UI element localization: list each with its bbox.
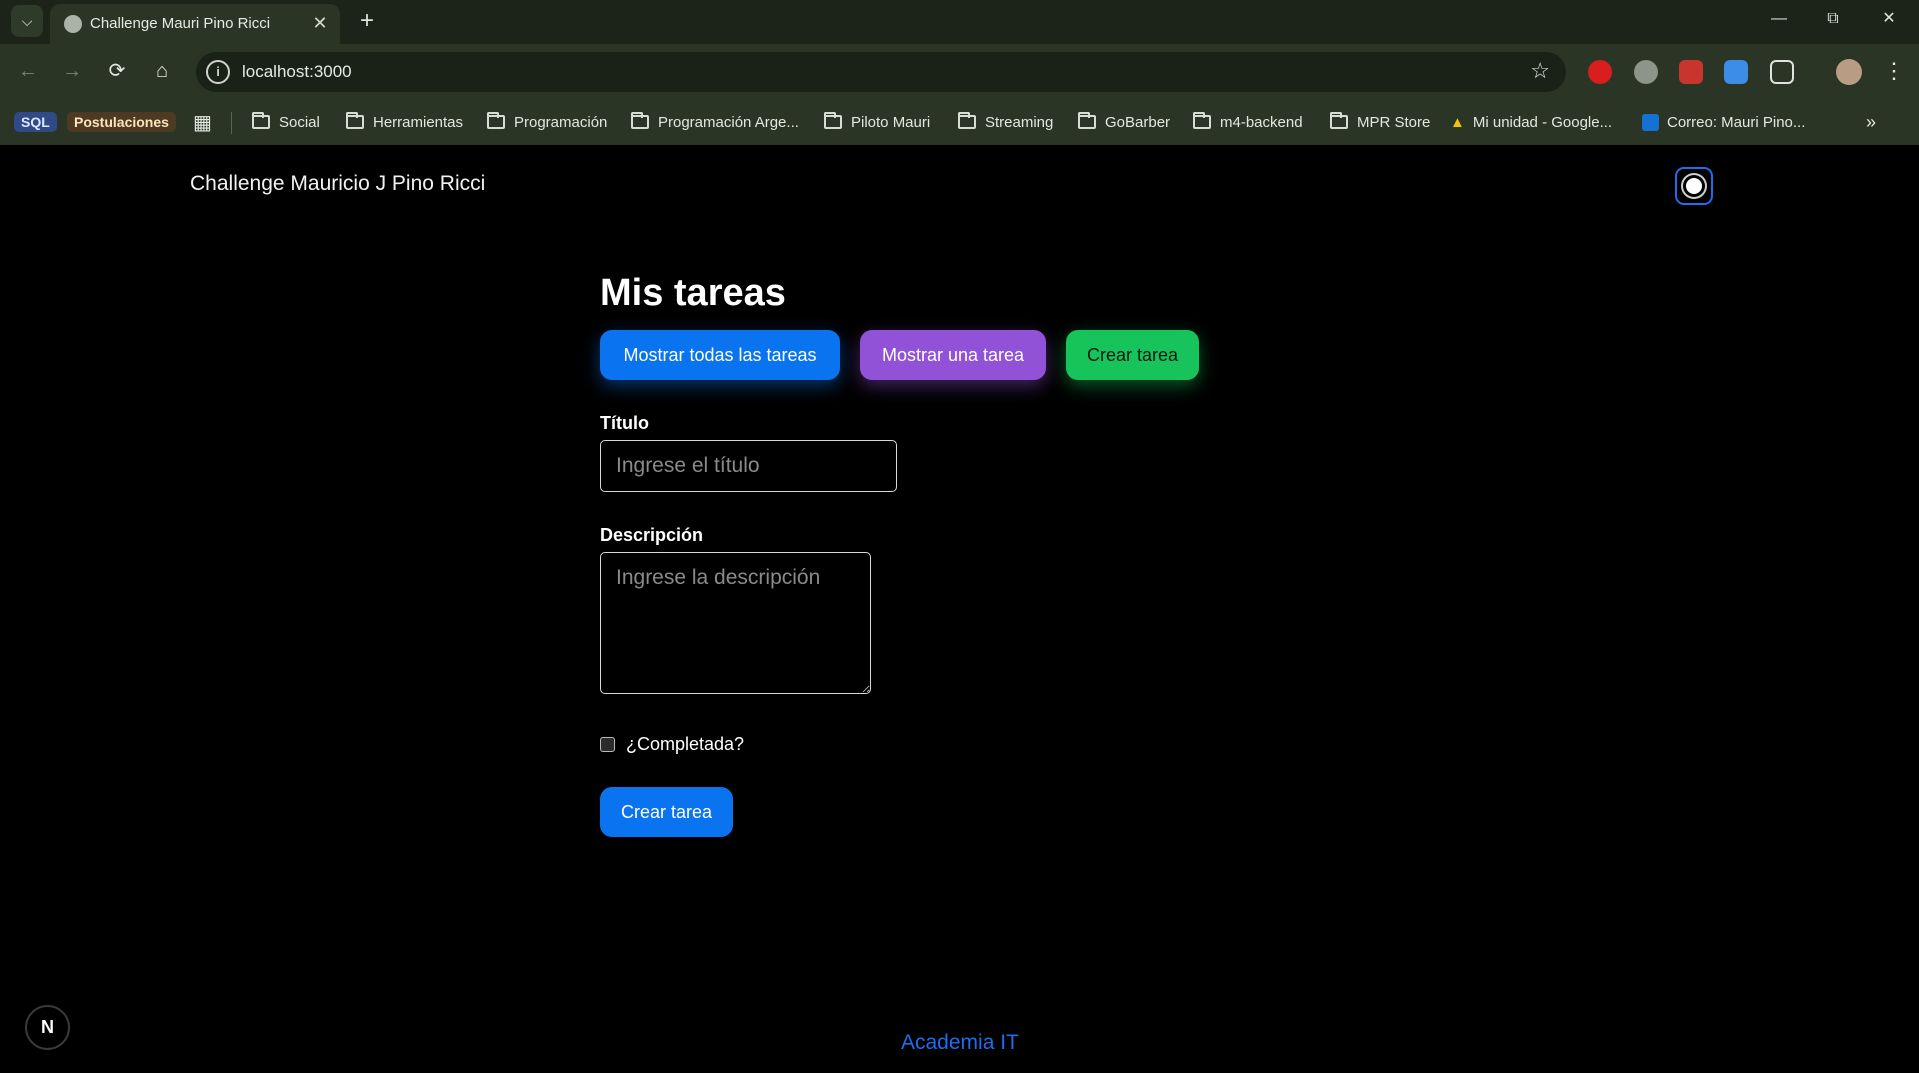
back-button[interactable]: ← <box>11 54 45 88</box>
bookmark-folder-programacion-arge[interactable]: Programación Arge... <box>631 110 799 134</box>
bookmark-google-drive[interactable]: ▲ Mi unidad - Google... <box>1450 110 1612 134</box>
completed-checkbox[interactable] <box>600 737 615 752</box>
folder-icon <box>487 112 505 129</box>
bookmark-postulaciones[interactable]: Postulaciones <box>67 110 176 134</box>
show-one-task-button[interactable]: Mostrar una tarea <box>860 330 1046 380</box>
new-tab-button[interactable]: + <box>352 6 382 36</box>
brand-title[interactable]: Challenge Mauricio J Pino Ricci <box>190 172 485 196</box>
more-bookmarks-icon[interactable]: » <box>1866 110 1876 134</box>
close-icon[interactable]: ✕ <box>308 11 332 35</box>
create-task-submit-button[interactable]: Crear tarea <box>600 787 733 837</box>
folder-icon <box>1078 112 1096 129</box>
folder-icon <box>1330 112 1348 129</box>
bookmark-label: MPR Store <box>1357 113 1431 131</box>
bookmark-folder-streaming[interactable]: Streaming <box>958 110 1053 134</box>
nextjs-dev-icon[interactable]: N <box>25 1005 70 1050</box>
bookmark-label: Social <box>279 113 320 131</box>
bookmark-outlook[interactable]: Correo: Mauri Pino... <box>1642 110 1805 134</box>
bookmark-folder-m4-backend[interactable]: m4-backend <box>1193 110 1303 134</box>
footer-link[interactable]: Academia IT <box>901 1031 1019 1055</box>
menu-icon[interactable]: ⋮ <box>1882 56 1906 86</box>
title-input[interactable] <box>600 440 897 492</box>
apps-grid-icon[interactable]: ▦ <box>193 110 212 134</box>
hand-extension-icon[interactable] <box>1588 60 1612 84</box>
profile-avatar[interactable] <box>1836 59 1862 85</box>
completed-label[interactable]: ¿Completada? <box>626 734 744 755</box>
bookmark-label: Herramientas <box>373 113 464 131</box>
bookmark-star-icon[interactable]: ☆ <box>1530 58 1550 84</box>
description-input[interactable] <box>600 552 871 694</box>
minimize-button[interactable]: — <box>1756 4 1802 34</box>
bookmark-label: Programación <box>514 113 608 131</box>
browser-toolbar: ← → ⟳ ⌂ i localhost:3000 ☆ ⋮ <box>0 44 1919 100</box>
bookmark-folder-herramientas[interactable]: Herramientas <box>346 110 463 134</box>
bookmark-folder-programacion[interactable]: Programación <box>487 110 607 134</box>
folder-icon <box>958 112 976 129</box>
page-title: Mis tareas <box>600 272 786 314</box>
url-text[interactable]: localhost:3000 <box>242 62 352 82</box>
reload-button[interactable]: ⟳ <box>100 54 134 88</box>
description-label: Descripción <box>600 525 704 545</box>
bookmark-label: GoBarber <box>1105 113 1171 131</box>
extension-icon[interactable] <box>1634 60 1658 84</box>
create-task-tab-button[interactable]: Crear tarea <box>1066 330 1199 380</box>
outlook-icon <box>1642 113 1659 131</box>
restore-button[interactable]: ⧉ <box>1810 4 1856 34</box>
tab-title: Challenge Mauri Pino Ricci <box>90 15 271 32</box>
bookmark-sql[interactable]: SQL <box>14 110 57 134</box>
folder-icon <box>346 112 364 129</box>
translate-icon[interactable] <box>1724 60 1748 84</box>
bookmark-label: Correo: Mauri Pino... <box>1667 113 1806 131</box>
bookmark-folder-social[interactable]: Social <box>252 110 320 134</box>
folder-icon <box>631 112 649 129</box>
puzzle-red-icon[interactable] <box>1679 60 1703 84</box>
bookmark-label: Postulaciones <box>67 112 176 132</box>
bookmark-label: Programación Arge... <box>658 113 799 131</box>
bookmark-folder-mpr-store[interactable]: MPR Store <box>1330 110 1430 134</box>
sun-icon <box>1686 178 1702 194</box>
address-bar[interactable]: i localhost:3000 ☆ <box>196 52 1566 92</box>
folder-icon <box>824 112 842 129</box>
show-all-tasks-button[interactable]: Mostrar todas las tareas <box>600 330 840 380</box>
browser-chrome: ⌵ Challenge Mauri Pino Ricci ✕ + — ⧉ ✕ ←… <box>0 0 1919 145</box>
bookmark-label: SQL <box>14 112 57 132</box>
folder-icon <box>1193 112 1211 129</box>
bookmark-divider <box>231 112 232 134</box>
close-window-button[interactable]: ✕ <box>1866 4 1912 34</box>
info-icon[interactable]: i <box>206 60 230 84</box>
tab-strip: ⌵ Challenge Mauri Pino Ricci ✕ + — ⧉ ✕ <box>0 0 1919 44</box>
chevron-down-icon: ⌵ <box>21 12 33 29</box>
tab-search-button[interactable]: ⌵ <box>11 5 43 37</box>
bookmark-label: Streaming <box>985 113 1054 131</box>
page: Challenge Mauricio J Pino Ricci Mis tare… <box>0 145 1919 1073</box>
google-drive-icon: ▲ <box>1450 113 1465 131</box>
theme-toggle-button[interactable] <box>1675 167 1713 205</box>
forward-button[interactable]: → <box>55 54 89 88</box>
folder-icon <box>252 112 270 129</box>
bookmark-label: Piloto Mauri <box>851 113 931 131</box>
extensions-icon[interactable] <box>1770 60 1794 84</box>
bookmark-folder-piloto-mauri[interactable]: Piloto Mauri <box>824 110 930 134</box>
bookmarks-bar: SQL Postulaciones ▦ Social Herramientas … <box>0 100 1919 145</box>
title-label: Título <box>600 413 649 433</box>
bookmark-label: m4-backend <box>1220 113 1303 131</box>
home-button[interactable]: ⌂ <box>145 54 179 88</box>
browser-tab[interactable]: Challenge Mauri Pino Ricci ✕ <box>50 4 340 44</box>
globe-icon <box>64 15 82 33</box>
bookmark-folder-gobarber[interactable]: GoBarber <box>1078 110 1170 134</box>
bookmark-label: Mi unidad - Google... <box>1472 113 1613 131</box>
